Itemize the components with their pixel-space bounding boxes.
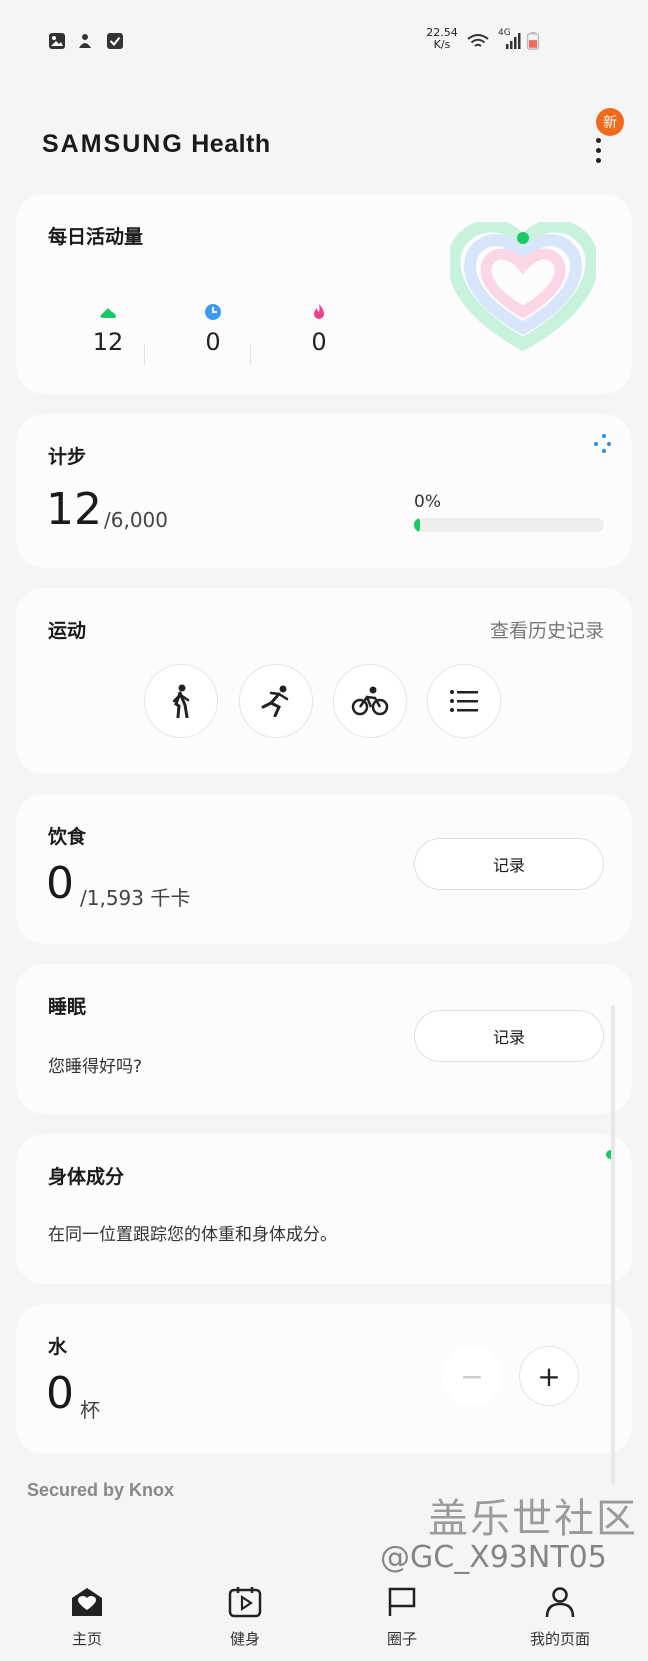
food-card[interactable]: 饮食 0 /1,593 千卡 记录 bbox=[16, 794, 632, 944]
run-button[interactable] bbox=[239, 664, 313, 738]
nav-groups-label: 圈子 bbox=[386, 1630, 417, 1648]
nav-groups[interactable]: 圈子 bbox=[352, 1586, 452, 1649]
steps-goal: /6,000 bbox=[104, 508, 168, 532]
bottom-navigation: 主页 健身 圈子 我的页面 bbox=[0, 1570, 648, 1661]
body-composition-description: 在同一位置跟踪您的体重和身体成分。 bbox=[48, 1225, 337, 1245]
sleep-card[interactable]: 睡眠 您睡得好吗? 记录 bbox=[16, 964, 632, 1114]
active-minutes-count: 0 bbox=[205, 328, 221, 356]
checkbox-icon bbox=[107, 33, 123, 49]
exercise-card[interactable]: 运动 查看历史记录 bbox=[16, 588, 632, 774]
water-plus-button[interactable]: + bbox=[519, 1346, 579, 1406]
more-dot-icon bbox=[595, 147, 601, 153]
water-minus-button[interactable]: − bbox=[442, 1346, 502, 1406]
walk-icon bbox=[172, 684, 190, 718]
card-title: 每日活动量 bbox=[48, 226, 144, 248]
steps-progress-fill bbox=[414, 518, 420, 532]
clock-icon bbox=[205, 304, 221, 320]
nav-home-label: 主页 bbox=[71, 1630, 102, 1648]
steps-percent: 0% bbox=[414, 492, 441, 512]
app-header: SAMSUNG Health bbox=[0, 110, 648, 190]
watermark-user: @GC_X93NT05 bbox=[380, 1540, 607, 1575]
steps-stat: 12 bbox=[68, 302, 148, 356]
app-icon bbox=[79, 34, 91, 48]
activity-rings-heart-icon bbox=[450, 222, 596, 352]
card-title: 计步 bbox=[48, 446, 87, 468]
home-icon bbox=[72, 1588, 102, 1616]
nav-my-page-label: 我的页面 bbox=[529, 1630, 590, 1648]
steps-card[interactable]: 计步 12 /6,000 0% bbox=[16, 414, 632, 568]
steps-count: 12 bbox=[92, 328, 124, 356]
list-icon bbox=[450, 690, 478, 712]
flag-icon bbox=[388, 1587, 416, 1616]
shoe-icon bbox=[100, 308, 116, 318]
product-name: Health bbox=[191, 130, 271, 158]
scrollbar[interactable] bbox=[611, 1005, 615, 1485]
divider bbox=[144, 344, 145, 366]
record-sleep-button[interactable]: 记录 bbox=[414, 1010, 604, 1062]
app-title: SAMSUNG Health bbox=[42, 130, 271, 159]
steps-value: 12 bbox=[46, 484, 102, 535]
gallery-icon bbox=[49, 33, 65, 49]
more-exercises-button[interactable] bbox=[427, 664, 501, 738]
profile-icon bbox=[545, 1587, 575, 1618]
card-title: 饮食 bbox=[48, 826, 87, 848]
flame-icon bbox=[314, 304, 324, 319]
wifi-icon bbox=[467, 34, 489, 47]
signal-icon bbox=[506, 33, 521, 49]
brand-name: SAMSUNG bbox=[42, 130, 184, 158]
network-speed: 22.54 K/s bbox=[426, 26, 458, 51]
divider bbox=[250, 344, 251, 366]
more-dot-icon bbox=[595, 157, 601, 163]
daily-activity-card[interactable]: 每日活动量 12 0 0 bbox=[16, 194, 632, 394]
new-badge: 新 bbox=[596, 108, 624, 136]
calories-count: 0 bbox=[311, 328, 327, 356]
card-title: 身体成分 bbox=[48, 1166, 125, 1188]
nav-fitness[interactable]: 健身 bbox=[195, 1586, 295, 1649]
more-dot-icon bbox=[595, 137, 601, 143]
card-title: 水 bbox=[48, 1336, 68, 1358]
battery-icon bbox=[526, 32, 540, 50]
calories-stat: 0 bbox=[279, 302, 359, 356]
card-title: 运动 bbox=[48, 620, 87, 642]
water-card[interactable]: 水 0 杯 − + bbox=[16, 1304, 632, 1454]
nav-fitness-label: 健身 bbox=[229, 1630, 260, 1648]
water-unit: 杯 bbox=[80, 1398, 100, 1422]
water-value: 0 bbox=[46, 1368, 74, 1419]
status-bar: 22.54 K/s 4G bbox=[0, 0, 648, 80]
food-value: 0 bbox=[46, 858, 74, 909]
active-minutes-stat: 0 bbox=[173, 302, 253, 356]
loading-dots-icon bbox=[594, 434, 611, 453]
secured-by-knox: Secured by Knox bbox=[27, 1480, 175, 1500]
more-options-button[interactable] bbox=[585, 130, 611, 170]
cycle-button[interactable] bbox=[333, 664, 407, 738]
run-icon bbox=[261, 685, 289, 717]
nav-my-page[interactable]: 我的页面 bbox=[510, 1586, 610, 1649]
nav-home[interactable]: 主页 bbox=[37, 1586, 137, 1649]
card-title: 睡眠 bbox=[48, 996, 87, 1018]
walk-button[interactable] bbox=[144, 664, 218, 738]
watermark-site: 盖乐世社区 bbox=[428, 1496, 638, 1542]
cycle-icon bbox=[351, 686, 389, 716]
food-goal: /1,593 千卡 bbox=[80, 886, 191, 910]
body-composition-card[interactable]: 身体成分 在同一位置跟踪您的体重和身体成分。 bbox=[16, 1134, 632, 1284]
record-food-button[interactable]: 记录 bbox=[414, 838, 604, 890]
view-history-link[interactable]: 查看历史记录 bbox=[490, 616, 604, 643]
fitness-icon bbox=[228, 1587, 262, 1618]
sleep-prompt: 您睡得好吗? bbox=[48, 1057, 143, 1077]
steps-progress-bar bbox=[414, 518, 604, 532]
